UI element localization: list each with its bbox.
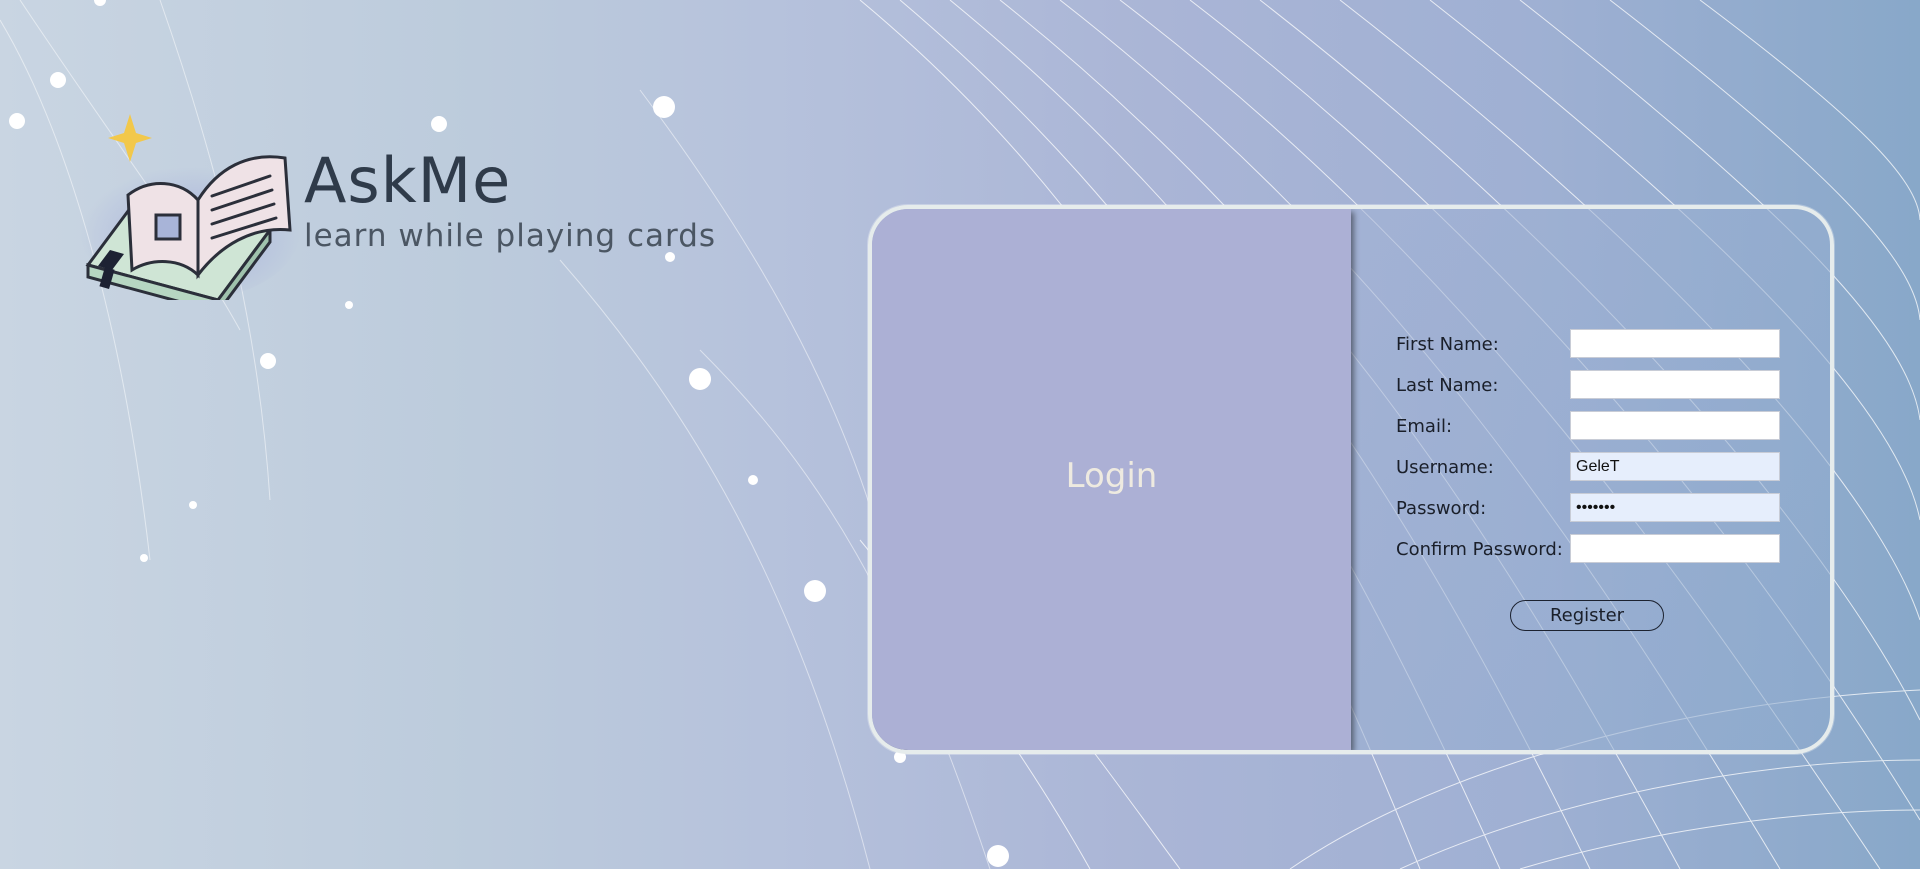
- username-row: Username:: [1396, 452, 1816, 493]
- brand-tagline: learn while playing cards: [304, 218, 717, 254]
- confirm-password-row: Confirm Password:: [1396, 534, 1816, 575]
- first-name-input[interactable]: [1570, 329, 1780, 358]
- brand-title: AskMe: [304, 144, 512, 217]
- email-label: Email:: [1396, 416, 1453, 437]
- register-button[interactable]: Register: [1510, 600, 1664, 631]
- auth-card: Login First Name: Last Name: Email: User…: [868, 205, 1834, 754]
- first-name-label: First Name:: [1396, 334, 1499, 355]
- email-row: Email:: [1396, 411, 1816, 452]
- register-form: First Name: Last Name: Email: Username: …: [1396, 329, 1816, 575]
- last-name-input[interactable]: [1570, 370, 1780, 399]
- password-row: Password:: [1396, 493, 1816, 534]
- open-book-icon: [80, 114, 300, 300]
- login-label[interactable]: Login: [872, 456, 1351, 496]
- brand-logo: AskMe learn while playing cards: [80, 100, 720, 320]
- login-switch-panel[interactable]: Login: [872, 209, 1351, 750]
- username-input[interactable]: [1570, 452, 1780, 481]
- confirm-password-input[interactable]: [1570, 534, 1780, 563]
- last-name-label: Last Name:: [1396, 375, 1499, 396]
- password-input[interactable]: [1570, 493, 1780, 522]
- email-input[interactable]: [1570, 411, 1780, 440]
- sparkle-star-icon: [108, 114, 152, 162]
- confirm-password-label: Confirm Password:: [1396, 539, 1563, 560]
- password-label: Password:: [1396, 498, 1487, 519]
- username-label: Username:: [1396, 457, 1494, 478]
- first-name-row: First Name:: [1396, 329, 1816, 370]
- last-name-row: Last Name:: [1396, 370, 1816, 411]
